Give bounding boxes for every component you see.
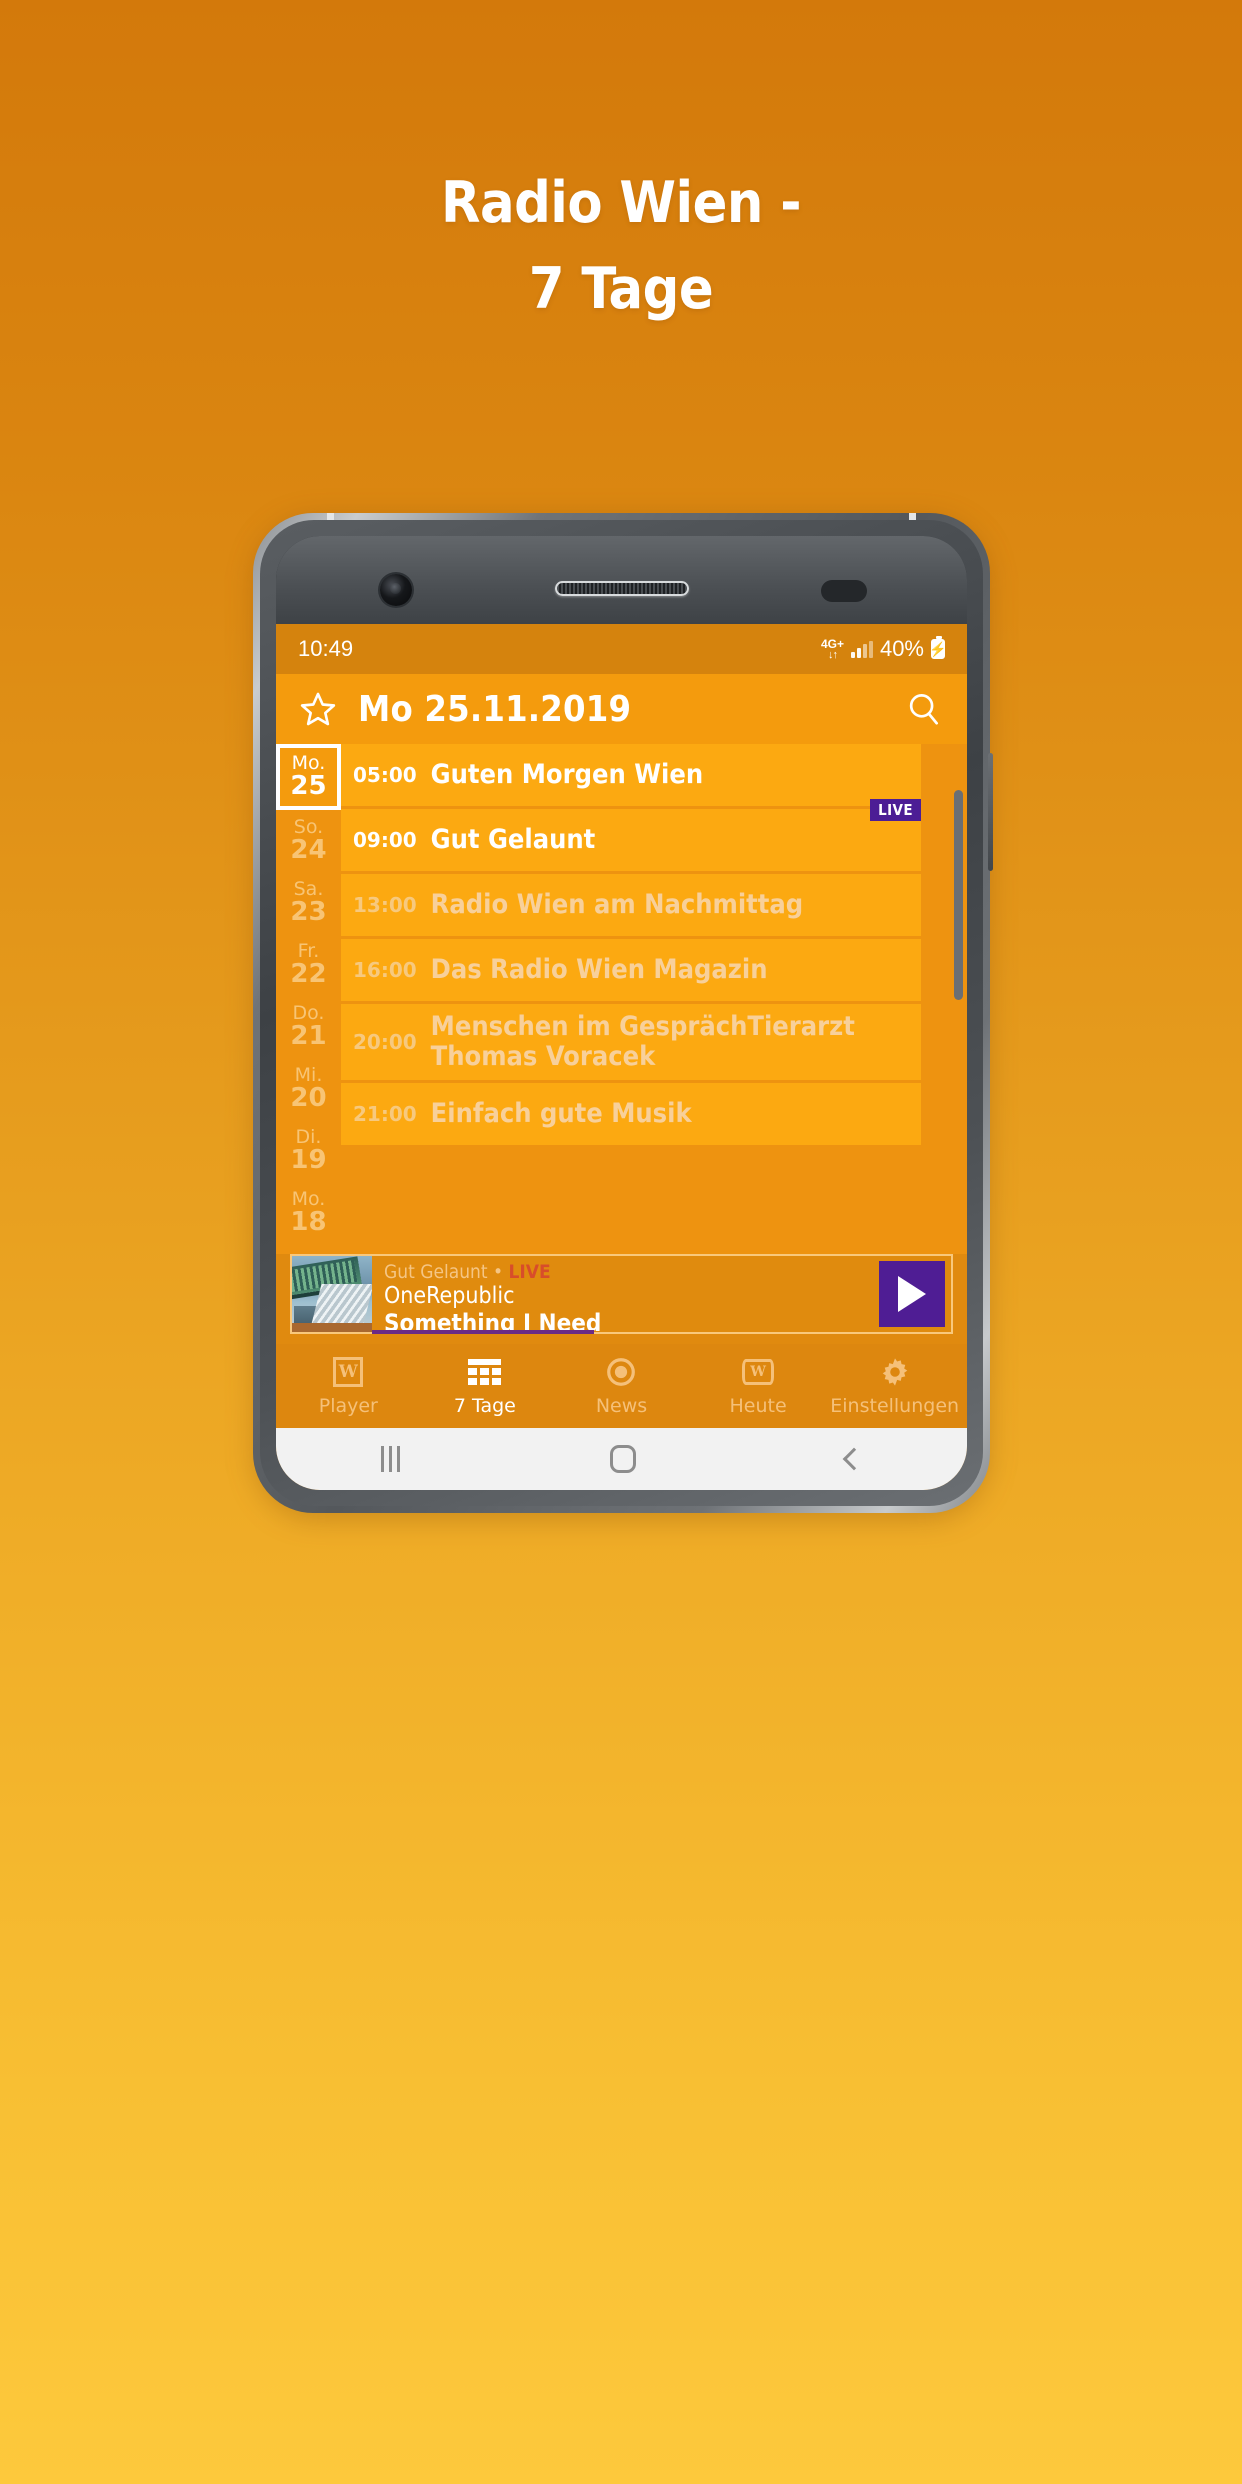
schedule-content: Mo. 25 So. 24 Sa. 23 Fr. 22 Do. 21 Mi. 2…: [276, 744, 967, 1254]
phone-mockup: 10:49 4G+ ↓↑ 40% ⚡ Mo 25.11.2019 Mo. 25 …: [253, 513, 993, 1519]
bottom-tab-bar: W Player 7 Tage News W Heute Einstellung…: [276, 1344, 967, 1428]
program-name: Das Radio Wien Magazin: [430, 953, 768, 985]
play-icon: [898, 1276, 926, 1312]
program-list: 05:00 Guten Morgen Wien LIVE 09:00 Gut G…: [341, 744, 967, 1254]
program-row[interactable]: 21:00 Einfach gute Musik: [341, 1083, 921, 1146]
now-playing-artist: OneRepublic: [384, 1283, 515, 1309]
day-item[interactable]: Mi. 20: [276, 1058, 341, 1120]
status-bar-indicators: 4G+ ↓↑ 40% ⚡: [820, 636, 947, 662]
program-name: Gut Gelaunt: [430, 823, 596, 855]
day-item[interactable]: Fr. 22: [276, 934, 341, 996]
store-headline: Radio Wien - 7 Tage: [0, 160, 1242, 332]
day-selector: Mo. 25 So. 24 Sa. 23 Fr. 22 Do. 21 Mi. 2…: [276, 744, 341, 1254]
day-item[interactable]: Sa. 23: [276, 872, 341, 934]
program-name: Radio Wien am Nachmittag: [430, 888, 804, 920]
back-icon[interactable]: [842, 1447, 866, 1471]
program-name: Menschen im GesprächTierarzt Thomas Vora…: [430, 1011, 855, 1073]
program-time: 20:00: [353, 1030, 417, 1055]
program-row[interactable]: 05:00 Guten Morgen Wien: [341, 744, 921, 806]
phone-mid-frame: 10:49 4G+ ↓↑ 40% ⚡ Mo 25.11.2019 Mo. 25 …: [260, 520, 983, 1506]
grid-icon: [468, 1355, 502, 1389]
earpiece-speaker-icon: [554, 581, 689, 596]
day-item[interactable]: Di. 19: [276, 1120, 341, 1182]
star-outline-icon[interactable]: [298, 689, 338, 729]
network-type-icon: 4G+ ↓↑: [820, 636, 844, 661]
tab-news[interactable]: News: [553, 1355, 690, 1417]
proximity-sensor-icon: [821, 580, 867, 602]
recents-icon[interactable]: [381, 1446, 400, 1472]
battery-percent-label: 40%: [879, 636, 924, 661]
phone-screen: 10:49 4G+ ↓↑ 40% ⚡ Mo 25.11.2019 Mo. 25 …: [276, 624, 967, 1490]
phone-outer-frame: 10:49 4G+ ↓↑ 40% ⚡ Mo 25.11.2019 Mo. 25 …: [253, 513, 993, 1513]
program-name: Einfach gute Musik: [430, 1098, 692, 1130]
day-item[interactable]: Mo. 18: [276, 1182, 341, 1244]
program-row[interactable]: 13:00 Radio Wien am Nachmittag: [341, 874, 921, 936]
tab-player[interactable]: W Player: [280, 1355, 417, 1417]
signal-strength-icon: [850, 640, 873, 658]
program-name: Guten Morgen Wien: [430, 758, 704, 790]
program-row[interactable]: 16:00 Das Radio Wien Magazin: [341, 939, 921, 1001]
now-playing-track: Something I Need: [384, 1309, 602, 1332]
now-playing-artwork: [292, 1256, 372, 1332]
headline-line-2: 7 Tage: [528, 256, 714, 322]
program-row[interactable]: LIVE 09:00 Gut Gelaunt: [341, 799, 921, 871]
program-time: 16:00: [353, 958, 417, 982]
power-button[interactable]: [988, 753, 993, 871]
now-playing-meta: Gut Gelaunt • LIVE OneRepublic Something…: [372, 1256, 879, 1332]
day-item[interactable]: Do. 21: [276, 996, 341, 1058]
status-bar-time: 10:49: [298, 636, 354, 661]
day-item-selected[interactable]: Mo. 25: [276, 744, 341, 810]
android-navigation-bar: [276, 1428, 967, 1490]
live-label: LIVE: [508, 1261, 551, 1283]
page-title: Mo 25.11.2019: [358, 688, 632, 730]
status-bar: 10:49 4G+ ↓↑ 40% ⚡: [276, 624, 967, 674]
phone-screen-housing: 10:49 4G+ ↓↑ 40% ⚡ Mo 25.11.2019 Mo. 25 …: [276, 536, 967, 1490]
program-row[interactable]: 20:00 Menschen im GesprächTierarzt Thoma…: [341, 1004, 921, 1081]
program-time: 05:00: [353, 763, 417, 787]
app-bar: Mo 25.11.2019: [276, 674, 967, 744]
now-playing-bar[interactable]: Gut Gelaunt • LIVE OneRepublic Something…: [290, 1254, 953, 1334]
front-camera-icon: [380, 574, 412, 606]
tab-einstellungen[interactable]: Einstellungen: [826, 1355, 963, 1417]
search-icon[interactable]: [905, 690, 943, 728]
tv-w-icon: W: [741, 1355, 775, 1389]
tab-7-tage[interactable]: 7 Tage: [417, 1355, 554, 1417]
target-icon: [604, 1355, 638, 1389]
live-badge: LIVE: [870, 799, 921, 821]
program-time: 13:00: [353, 893, 417, 917]
day-item[interactable]: So. 24: [276, 810, 341, 872]
scrollbar[interactable]: [954, 790, 963, 1000]
program-time: 21:00: [353, 1102, 417, 1127]
tab-heute[interactable]: W Heute: [690, 1355, 827, 1417]
program-time: 09:00: [353, 828, 417, 852]
playback-progress-bar[interactable]: [372, 1330, 594, 1334]
headline-line-1: Radio Wien -: [440, 170, 802, 236]
home-icon[interactable]: [610, 1445, 636, 1473]
w-logo-icon: W: [331, 1355, 365, 1389]
charging-battery-icon: ⚡: [929, 636, 947, 659]
play-button[interactable]: [879, 1261, 945, 1327]
gear-icon: [878, 1355, 912, 1389]
now-playing-show: Gut Gelaunt • LIVE: [384, 1261, 551, 1283]
phone-top-bezel: [276, 536, 967, 624]
